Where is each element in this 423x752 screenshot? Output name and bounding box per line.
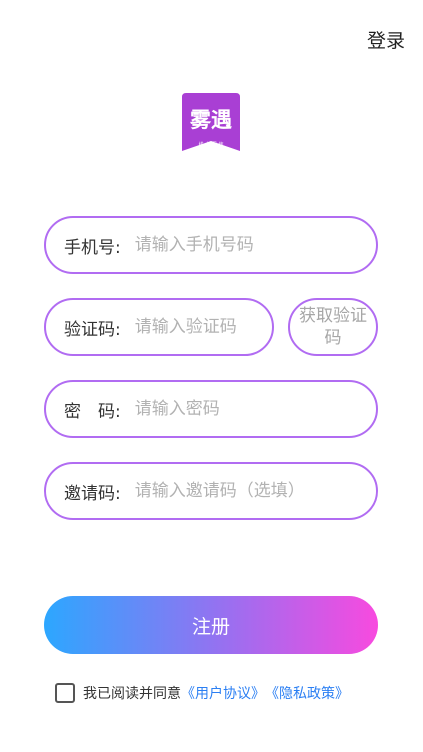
code-field: 验证码: xyxy=(44,298,274,356)
login-link[interactable]: 登录 xyxy=(367,26,405,53)
app-logo: 雾遇 线 上 写 作 xyxy=(182,93,240,151)
code-input[interactable] xyxy=(134,317,255,337)
invite-field: 邀请码: xyxy=(44,462,378,520)
agreement-text: 我已阅读并同意 xyxy=(83,686,181,702)
agreement-checkbox[interactable] xyxy=(55,683,75,703)
code-label: 验证码: xyxy=(64,319,121,340)
register-button[interactable]: 注册 xyxy=(44,596,378,654)
password-field: 密 码: xyxy=(44,380,378,438)
phone-input[interactable] xyxy=(134,235,335,255)
invite-label: 邀请码: xyxy=(64,483,121,504)
phone-field: 手机号: xyxy=(44,216,378,274)
get-code-button[interactable]: 获取验证码 xyxy=(288,298,378,356)
phone-label: 手机号: xyxy=(64,237,121,258)
agreement-row: 我已阅读并同意 《用户协议》 《隐私政策》 xyxy=(55,683,349,703)
logo-subtext: 线 上 写 作 xyxy=(199,141,224,148)
logo-text: 雾遇 xyxy=(190,108,232,132)
invite-input[interactable] xyxy=(134,481,355,501)
user-agreement-link[interactable]: 《用户协议》 xyxy=(181,683,265,703)
password-input[interactable] xyxy=(134,399,335,419)
privacy-policy-link[interactable]: 《隐私政策》 xyxy=(265,683,349,703)
password-label: 密 码: xyxy=(64,401,121,422)
